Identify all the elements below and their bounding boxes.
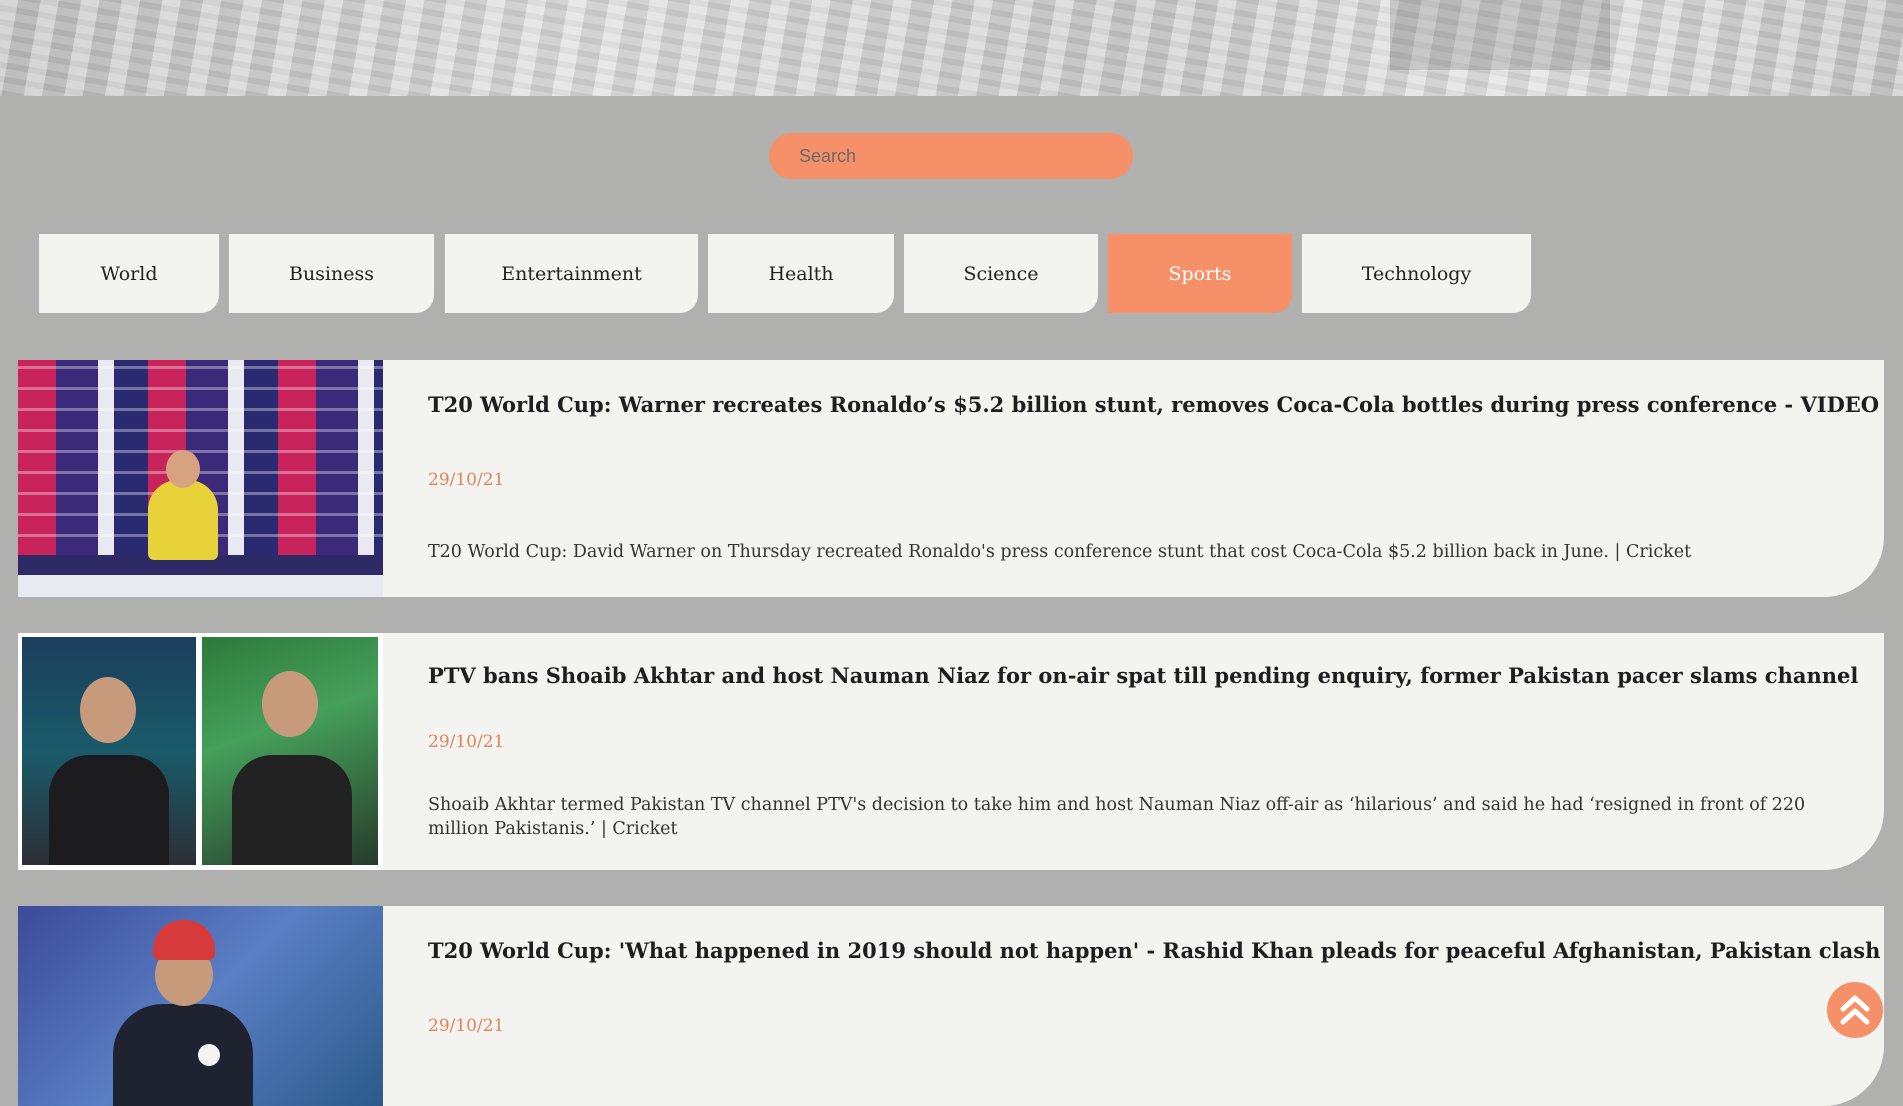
article-description: Shoaib Akhtar termed Pakistan TV channel…: [428, 795, 1806, 839]
article-description: T20 World Cup: David Warner on Thursday …: [428, 542, 1692, 562]
person-suit: [49, 755, 169, 865]
article-thumbnail[interactable]: [18, 906, 383, 1106]
double-chevron-up-icon: [1840, 995, 1870, 1025]
tab-sports[interactable]: Sports: [1108, 234, 1292, 313]
person-face: [262, 671, 318, 737]
article-date: 29/10/21: [428, 470, 505, 490]
article-card[interactable]: T20 World Cup: Warner recreates Ronaldo’…: [18, 360, 1884, 597]
player-head: [166, 450, 200, 488]
thumbnail-panel-left: [22, 637, 196, 865]
tab-business[interactable]: Business: [229, 234, 434, 313]
person-face: [80, 677, 136, 743]
tab-world[interactable]: World: [39, 234, 219, 313]
article-date: 29/10/21: [428, 1016, 505, 1036]
article-card[interactable]: PTV bans Shoaib Akhtar and host Nauman N…: [18, 633, 1884, 870]
player-body: [113, 1004, 253, 1106]
search-input[interactable]: [769, 133, 1133, 179]
person-suit: [232, 755, 352, 865]
tab-entertainment[interactable]: Entertainment: [445, 234, 698, 313]
search-bar[interactable]: [769, 133, 1133, 179]
tab-health[interactable]: Health: [708, 234, 894, 313]
tab-science[interactable]: Science: [904, 234, 1098, 313]
cricket-ball: [198, 1044, 220, 1066]
article-date: 29/10/21: [428, 732, 505, 752]
player-figure: [148, 480, 218, 560]
sponsor-strip: [18, 575, 383, 597]
article-title[interactable]: T20 World Cup: 'What happened in 2019 sh…: [428, 938, 1880, 963]
article-title[interactable]: T20 World Cup: Warner recreates Ronaldo’…: [428, 392, 1879, 417]
player-cap: [153, 920, 215, 960]
article-title[interactable]: PTV bans Shoaib Akhtar and host Nauman N…: [428, 663, 1858, 688]
thumbnail-panel-right: [202, 637, 378, 865]
hero-banner: [0, 0, 1903, 96]
scroll-to-top-button[interactable]: [1827, 982, 1883, 1038]
article-thumbnail[interactable]: [18, 360, 383, 597]
article-card[interactable]: T20 World Cup: 'What happened in 2019 sh…: [18, 906, 1884, 1106]
article-thumbnail[interactable]: [18, 633, 383, 870]
tab-technology[interactable]: Technology: [1302, 234, 1531, 313]
